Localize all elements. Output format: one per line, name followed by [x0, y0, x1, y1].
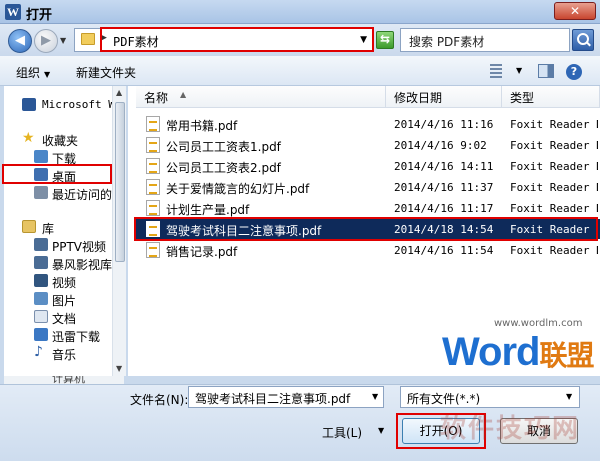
navigation-pane: Microsoft Wo ★ 收藏夹 下载 桌面 最近访问的 库 PPTV视频 …	[4, 86, 124, 376]
view-dropdown-icon[interactable]: ▼	[516, 66, 522, 75]
address-dropdown-icon[interactable]: ▼	[360, 35, 367, 45]
filename-label: 文件名(N):	[130, 393, 189, 407]
word-icon	[22, 98, 36, 111]
desktop-icon	[34, 168, 48, 181]
close-button[interactable]: ✕	[554, 2, 596, 20]
address-path[interactable]: PDF素材	[113, 33, 159, 50]
file-row[interactable]: 计划生产量.pdf 2014/4/16 11:17 Foxit Reader D…	[136, 198, 600, 218]
watermark-url: www.wordlm.com	[494, 318, 583, 329]
scroll-down-icon[interactable]: ▼	[116, 364, 122, 373]
forward-button[interactable]: ▶	[34, 29, 58, 53]
pdf-file-icon	[146, 242, 160, 258]
search-icon[interactable]	[572, 29, 594, 51]
organize-button[interactable]: 组织 ▼	[16, 64, 50, 81]
recent-pages-dropdown[interactable]: ▼	[60, 36, 66, 45]
address-row: ◀ ▶ ▼ ▶ PDF素材 ▼ ⇆ 搜索 PDF素材	[0, 24, 600, 56]
pdf-file-icon	[146, 179, 160, 195]
column-header-date[interactable]: 修改日期	[386, 86, 502, 108]
pictures-icon	[34, 292, 48, 305]
thunder-download-icon	[34, 328, 48, 341]
window-title: 打开	[26, 8, 53, 23]
file-row[interactable]: 销售记录.pdf 2014/4/16 11:54 Foxit Reader D.…	[136, 240, 600, 260]
pdf-file-icon	[146, 116, 160, 132]
tools-button[interactable]: 工具(L)	[322, 424, 362, 441]
new-folder-button[interactable]: 新建文件夹	[76, 64, 136, 81]
view-options-icon[interactable]	[490, 64, 502, 78]
filetype-dropdown-icon[interactable]: ▼	[566, 392, 572, 401]
column-header-type[interactable]: 类型	[502, 86, 600, 108]
file-row[interactable]: 常用书籍.pdf 2014/4/16 11:16 Foxit Reader D.…	[136, 114, 600, 134]
open-button[interactable]: 打开(O)	[402, 418, 480, 444]
search-input[interactable]: 搜索 PDF素材	[400, 28, 570, 52]
column-header-name[interactable]: 名称 ▲	[136, 86, 386, 108]
video-icon	[34, 274, 48, 287]
pdf-file-icon	[146, 137, 160, 153]
chevron-down-icon: ▼	[44, 70, 51, 79]
file-row[interactable]: 关于爱情箴言的幻灯片.pdf 2014/4/16 11:37 Foxit Rea…	[136, 177, 600, 197]
library-icon	[22, 220, 36, 233]
nav-scroll-thumb[interactable]	[115, 102, 125, 262]
file-row[interactable]: 公司员工工资表1.pdf 2014/4/16 9:02 Foxit Reader…	[136, 135, 600, 155]
star-icon: ★	[22, 130, 35, 146]
nav-item-computer-cutoff[interactable]: 计算机	[4, 376, 124, 384]
refresh-button[interactable]: ⇆	[376, 31, 394, 49]
folder-icon	[81, 33, 95, 45]
command-toolbar: 组织 ▼ 新建文件夹 ▼ ?	[0, 56, 600, 86]
recent-places-icon	[34, 186, 48, 199]
help-icon[interactable]: ?	[566, 64, 582, 80]
address-bar[interactable]: ▶ PDF素材 ▼	[74, 28, 374, 52]
pdf-file-icon	[146, 221, 160, 237]
video-library-icon	[34, 238, 48, 251]
download-folder-icon	[34, 150, 48, 163]
documents-icon	[34, 310, 48, 323]
cancel-button[interactable]: 取消	[500, 418, 578, 444]
breadcrumb-separator-icon[interactable]: ▶	[100, 33, 107, 43]
watermark-brand-logo: Word联盟	[442, 330, 594, 374]
filename-dropdown-icon[interactable]: ▼	[372, 392, 378, 401]
nav-scrollbar[interactable]: ▲ ▼	[112, 86, 126, 376]
word-app-icon: W	[5, 4, 21, 20]
sort-ascending-icon: ▲	[180, 90, 187, 99]
file-row[interactable]: 公司员工工资表2.pdf 2014/4/16 14:11 Foxit Reade…	[136, 156, 600, 176]
filename-input[interactable]: 驾驶考试科目二注意事项.pdf	[188, 386, 384, 408]
pdf-file-icon	[146, 158, 160, 174]
back-button[interactable]: ◀	[8, 29, 32, 53]
pdf-file-icon	[146, 200, 160, 216]
filetype-select[interactable]: 所有文件(*.*)	[400, 386, 580, 408]
music-icon: ♪	[34, 344, 43, 360]
preview-pane-icon[interactable]	[538, 64, 554, 78]
title-bar: W 打开 ✕	[0, 0, 600, 24]
scroll-up-icon[interactable]: ▲	[116, 88, 122, 97]
tools-dropdown-icon[interactable]: ▼	[378, 426, 384, 435]
file-row-selected[interactable]: 驾驶考试科目二注意事项.pdf 2014/4/18 14:54 Foxit Re…	[136, 219, 600, 239]
search-placeholder: 搜索 PDF素材	[409, 35, 485, 49]
video-library-icon	[34, 256, 48, 269]
